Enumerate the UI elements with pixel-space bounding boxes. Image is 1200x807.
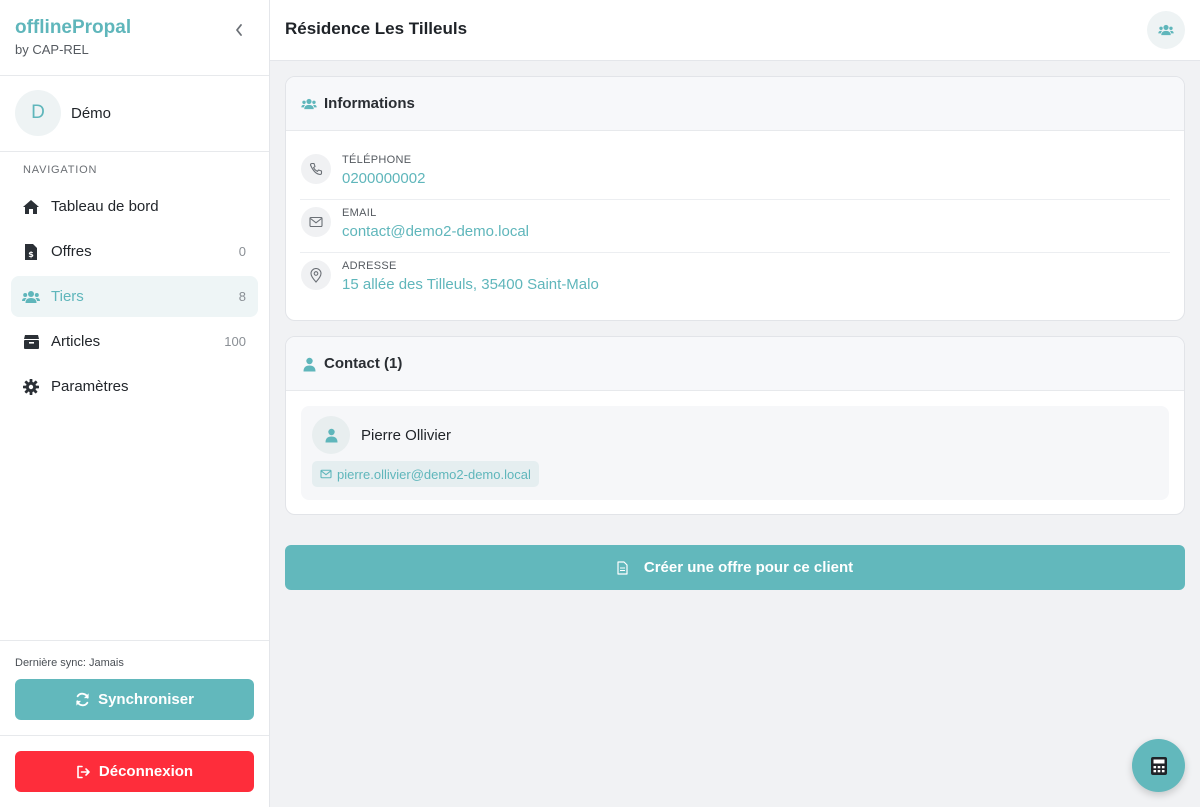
sidebar-item-count: 0 [238,244,246,259]
informations-card-header: Informations [286,77,1184,131]
logout-section: Déconnexion [0,735,269,807]
sidebar-item-label: Paramètres [51,378,129,395]
map-pin-icon [301,260,331,290]
sidebar-item-dashboard[interactable]: Tableau de bord [11,186,258,227]
informations-title: Informations [324,95,415,112]
sidebar-item-tiers[interactable]: Tiers 8 [11,276,258,317]
svg-text:$: $ [28,250,34,259]
contact-title: Contact (1) [324,355,403,372]
brand-header: offlinePropal by CAP-REL [0,0,269,76]
logout-button[interactable]: Déconnexion [15,751,254,792]
sync-button[interactable]: Synchroniser [15,679,254,720]
sidebar-item-label: Tableau de bord [51,198,159,215]
sidebar-item-label: Articles [51,333,101,350]
sync-icon [75,692,90,707]
sidebar-item-count: 100 [224,334,246,349]
address-link[interactable]: 15 allée des Tilleuls, 35400 Saint-Malo [342,276,599,293]
create-offer-button[interactable]: Créer une offre pour ce client [285,545,1185,590]
page-title: Résidence Les Tilleuls [285,19,468,38]
gear-icon [22,378,40,396]
users-icon [1158,24,1174,36]
sidebar: offlinePropal by CAP-REL D Démo NAVIGATI… [0,0,270,807]
user-name: Démo [71,105,112,122]
nav-section-title: NAVIGATION [23,164,98,176]
box-icon [22,333,40,351]
address-row: ADRESSE 15 allée des Tilleuls, 35400 Sai… [300,253,1170,306]
app-name: offlinePropal [15,17,132,38]
contact-name: Pierre Ollivier [361,427,452,444]
contact-email-link[interactable]: pierre.ollivier@demo2-demo.local [312,461,539,487]
document-icon [617,560,628,575]
contact-item[interactable]: Pierre Ollivier pierre.ollivier@demo2-de… [301,406,1169,500]
sidebar-item-count: 8 [238,289,246,304]
last-sync-status: Dernière sync: Jamais [15,657,124,669]
tiers-users-button[interactable] [1147,11,1185,49]
contact-card: Contact (1) Pierre Ollivier pierre.olliv… [285,336,1185,515]
calculator-button[interactable] [1132,739,1185,792]
contact-email-text: pierre.ollivier@demo2-demo.local [337,466,531,482]
invoice-icon: $ [22,243,40,261]
create-offer-label: Créer une offre pour ce client [643,559,854,576]
user-icon [312,416,350,454]
sidebar-item-parametres[interactable]: Paramètres [11,366,258,407]
phone-link[interactable]: 0200000002 [342,170,425,187]
calculator-icon [1150,756,1167,775]
sidebar-item-label: Tiers [51,288,84,305]
users-icon [22,288,40,306]
sidebar-item-offres[interactable]: $ Offres 0 [11,231,258,272]
chevron-left-icon [236,24,242,36]
sidebar-item-label: Offres [51,243,92,260]
sidebar-item-articles[interactable]: Articles 100 [11,321,258,362]
app-subtitle: by CAP-REL [15,42,89,57]
phone-row: TÉLÉPHONE 0200000002 [300,147,1170,200]
sync-button-label: Synchroniser [98,691,194,708]
user-icon [301,356,317,372]
mail-icon [301,207,331,237]
email-row: EMAIL contact@demo2-demo.local [300,200,1170,253]
address-label: ADRESSE [342,260,397,272]
email-link[interactable]: contact@demo2-demo.local [342,223,529,240]
user-profile: D Démo [0,76,269,152]
collapse-sidebar-button[interactable] [229,20,249,40]
logout-button-label: Déconnexion [98,763,194,780]
email-label: EMAIL [342,207,377,219]
phone-label: TÉLÉPHONE [342,154,412,166]
phone-icon [301,154,331,184]
top-bar: Résidence Les Tilleuls [270,0,1200,61]
informations-card: Informations TÉLÉPHONE 0200000002 EMAIL … [285,76,1185,321]
contact-card-header: Contact (1) [286,337,1184,391]
home-icon [22,198,40,216]
avatar: D [15,90,61,136]
users-icon [301,96,317,112]
sync-section: Dernière sync: Jamais Synchroniser [0,640,269,735]
logout-icon [76,765,91,779]
mail-icon [320,469,332,479]
